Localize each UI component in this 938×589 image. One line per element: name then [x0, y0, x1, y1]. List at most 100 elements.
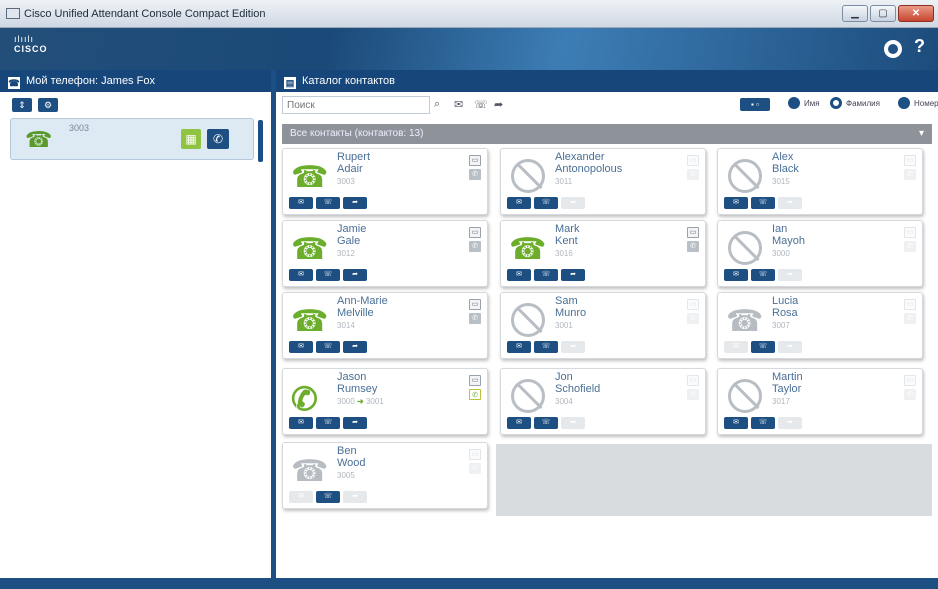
calendar-icon[interactable]: ▭: [469, 227, 481, 238]
transfer-button[interactable]: ➦: [561, 269, 585, 281]
calendar-icon[interactable]: ▭: [904, 155, 916, 166]
contact-phone-icon[interactable]: ✆: [904, 169, 916, 180]
contact-phone-icon[interactable]: ✆: [469, 463, 481, 474]
contact-card[interactable]: Ian Mayoh 3000 ▭ ✆ ✉ ☏ ➦: [717, 220, 923, 287]
transfer-button[interactable]: ➦: [778, 269, 802, 281]
calendar-icon[interactable]: ▭: [469, 155, 481, 166]
email-button[interactable]: ✉: [289, 197, 313, 209]
calendar-icon[interactable]: ▭: [687, 227, 699, 238]
email-button[interactable]: ✉: [289, 491, 313, 503]
calendar-icon[interactable]: ▭: [687, 375, 699, 386]
transfer-button[interactable]: ➦: [343, 197, 367, 209]
transfer-button[interactable]: ➦: [778, 417, 802, 429]
my-phone-card[interactable]: ☎ 3003 ▦ ✆: [10, 118, 254, 160]
call-button[interactable]: ☏: [316, 341, 340, 353]
contact-phone-icon[interactable]: ✆: [469, 169, 481, 180]
expand-button[interactable]: ⇕: [12, 98, 32, 112]
call-button[interactable]: ☏: [534, 341, 558, 353]
call-button[interactable]: ☏: [316, 491, 340, 503]
call-button[interactable]: ☏: [316, 269, 340, 281]
dial-button[interactable]: ✆: [207, 129, 229, 149]
email-button[interactable]: ✉: [289, 269, 313, 281]
email-button[interactable]: ✉: [507, 417, 531, 429]
calendar-icon[interactable]: ▭: [469, 449, 481, 460]
contact-phone-icon[interactable]: ✆: [904, 389, 916, 400]
email-button[interactable]: ✉: [724, 269, 748, 281]
transfer-button[interactable]: ➦: [343, 491, 367, 503]
email-button[interactable]: ✉: [507, 197, 531, 209]
sort-radio-number[interactable]: Номер: [898, 97, 938, 109]
contact-card[interactable]: Martin Taylor 3017 ▭ ✆ ✉ ☏ ➦: [717, 368, 923, 435]
settings-gear-icon[interactable]: [884, 40, 902, 58]
contact-phone-icon[interactable]: ✆: [469, 313, 481, 324]
call-button[interactable]: ☏: [751, 341, 775, 353]
transfer-button[interactable]: ➦: [778, 197, 802, 209]
email-button[interactable]: ✉: [507, 269, 531, 281]
email-button[interactable]: ✉: [289, 417, 313, 429]
search-icon[interactable]: ⌕: [434, 98, 440, 111]
contact-card[interactable]: ☎ Lucia Rosa 3007 ▭ ✆ ✉ ☏ ➦: [717, 292, 923, 359]
calendar-icon[interactable]: ▭: [904, 299, 916, 310]
email-filter-icon[interactable]: ✉: [454, 98, 463, 111]
contact-phone-icon[interactable]: ✆: [687, 241, 699, 252]
email-button[interactable]: ✉: [724, 341, 748, 353]
contact-card[interactable]: ☎ Rupert Adair 3003 ▭ ✆ ✉ ☏ ➦: [282, 148, 488, 215]
call-button[interactable]: ☏: [316, 417, 340, 429]
transfer-button[interactable]: ➦: [343, 417, 367, 429]
calendar-icon[interactable]: ▭: [469, 299, 481, 310]
sort-radio-first-name[interactable]: Имя: [788, 97, 820, 109]
calendar-icon[interactable]: ▭: [687, 299, 699, 310]
calendar-icon[interactable]: ▭: [904, 375, 916, 386]
contact-card[interactable]: Sam Munro 3001 ▭ ✆ ✉ ☏ ➦: [500, 292, 706, 359]
help-button[interactable]: ?: [914, 36, 925, 57]
call-button[interactable]: ☏: [534, 269, 558, 281]
call-button[interactable]: ☏: [534, 417, 558, 429]
view-toggle-button[interactable]: ▪ ▫: [740, 98, 770, 111]
call-button[interactable]: ☏: [534, 197, 558, 209]
call-button[interactable]: ☏: [751, 197, 775, 209]
transfer-button[interactable]: ➦: [561, 341, 585, 353]
email-button[interactable]: ✉: [289, 341, 313, 353]
email-button[interactable]: ✉: [507, 341, 531, 353]
calendar-icon[interactable]: ▭: [687, 155, 699, 166]
contact-phone-icon[interactable]: ✆: [687, 389, 699, 400]
contact-phone-icon[interactable]: ✆: [469, 389, 481, 400]
calendar-icon[interactable]: ▭: [469, 375, 481, 386]
phone-filter-icon[interactable]: ☏: [474, 98, 488, 111]
contact-card[interactable]: ☎ Jamie Gale 3012 ▭ ✆ ✉ ☏ ➦: [282, 220, 488, 287]
close-button[interactable]: ✕: [898, 5, 934, 22]
contact-phone-icon[interactable]: ✆: [904, 241, 916, 252]
contact-card[interactable]: ✆ Jason Rumsey 3000 ➜ 3001 ▭ ✆ ✉ ☏ ➦: [282, 368, 488, 435]
transfer-button[interactable]: ➦: [561, 197, 585, 209]
call-button[interactable]: ☏: [751, 417, 775, 429]
email-button[interactable]: ✉: [724, 197, 748, 209]
contact-card[interactable]: Jon Schofield 3004 ▭ ✆ ✉ ☏ ➦: [500, 368, 706, 435]
contact-phone-icon[interactable]: ✆: [904, 313, 916, 324]
chevron-down-icon[interactable]: ▾: [919, 124, 924, 144]
contact-card[interactable]: Alex Black 3015 ▭ ✆ ✉ ☏ ➦: [717, 148, 923, 215]
contact-phone-icon[interactable]: ✆: [687, 313, 699, 324]
contact-group-bar[interactable]: Все контакты (контактов: 13) ▾: [282, 124, 932, 144]
call-button[interactable]: ☏: [751, 269, 775, 281]
left-scrollbar[interactable]: [258, 120, 263, 162]
contact-card[interactable]: Alexander Antonopolous 3011 ▭ ✆ ✉ ☏ ➦: [500, 148, 706, 215]
calendar-icon[interactable]: ▭: [904, 227, 916, 238]
options-button[interactable]: ⚙: [38, 98, 58, 112]
contact-phone-icon[interactable]: ✆: [469, 241, 481, 252]
contact-card[interactable]: ☎ Mark Kent 3016 ▭ ✆ ✉ ☏ ➦: [500, 220, 706, 287]
contact-card[interactable]: ☎ Ann-Marie Melville 3014 ▭ ✆ ✉ ☏ ➦: [282, 292, 488, 359]
call-button[interactable]: ☏: [316, 197, 340, 209]
contact-card[interactable]: ☎ Ben Wood 3005 ▭ ✆ ✉ ☏ ➦: [282, 442, 488, 509]
forward-filter-icon[interactable]: ➦: [494, 98, 503, 111]
sort-radio-last-name[interactable]: Фамилия: [830, 97, 880, 109]
search-input[interactable]: [282, 96, 430, 114]
maximize-button[interactable]: ▢: [870, 5, 896, 22]
contact-phone-icon[interactable]: ✆: [687, 169, 699, 180]
email-button[interactable]: ✉: [724, 417, 748, 429]
transfer-button[interactable]: ➦: [343, 341, 367, 353]
transfer-button[interactable]: ➦: [343, 269, 367, 281]
transfer-button[interactable]: ➦: [561, 417, 585, 429]
transfer-button[interactable]: ➦: [778, 341, 802, 353]
minimize-button[interactable]: ▁: [842, 5, 868, 22]
keypad-button[interactable]: ▦: [181, 129, 201, 149]
